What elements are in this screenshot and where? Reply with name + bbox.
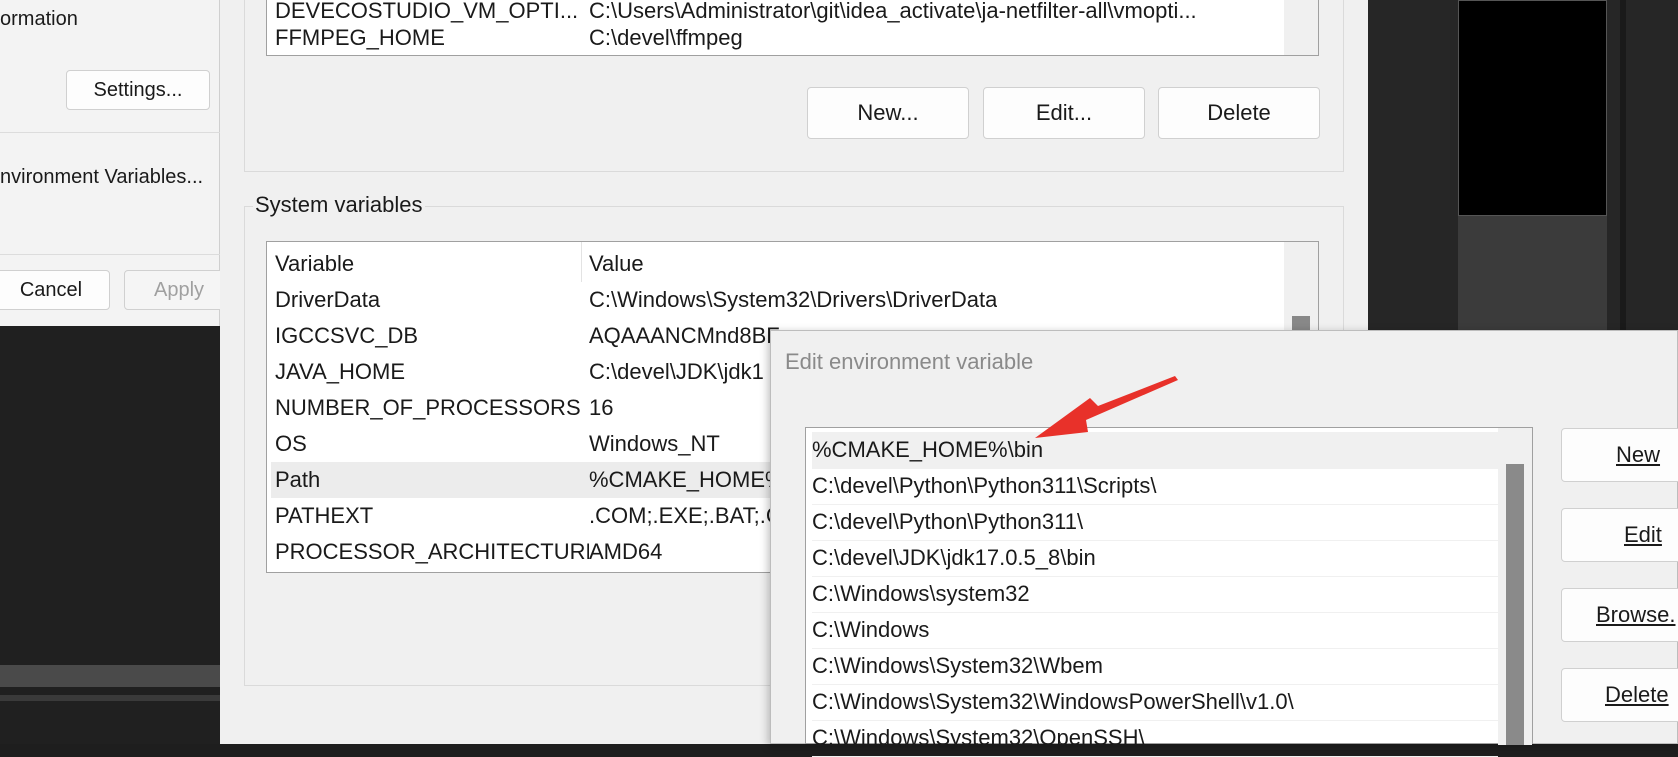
- annotation-arrow-icon: [1035, 376, 1178, 438]
